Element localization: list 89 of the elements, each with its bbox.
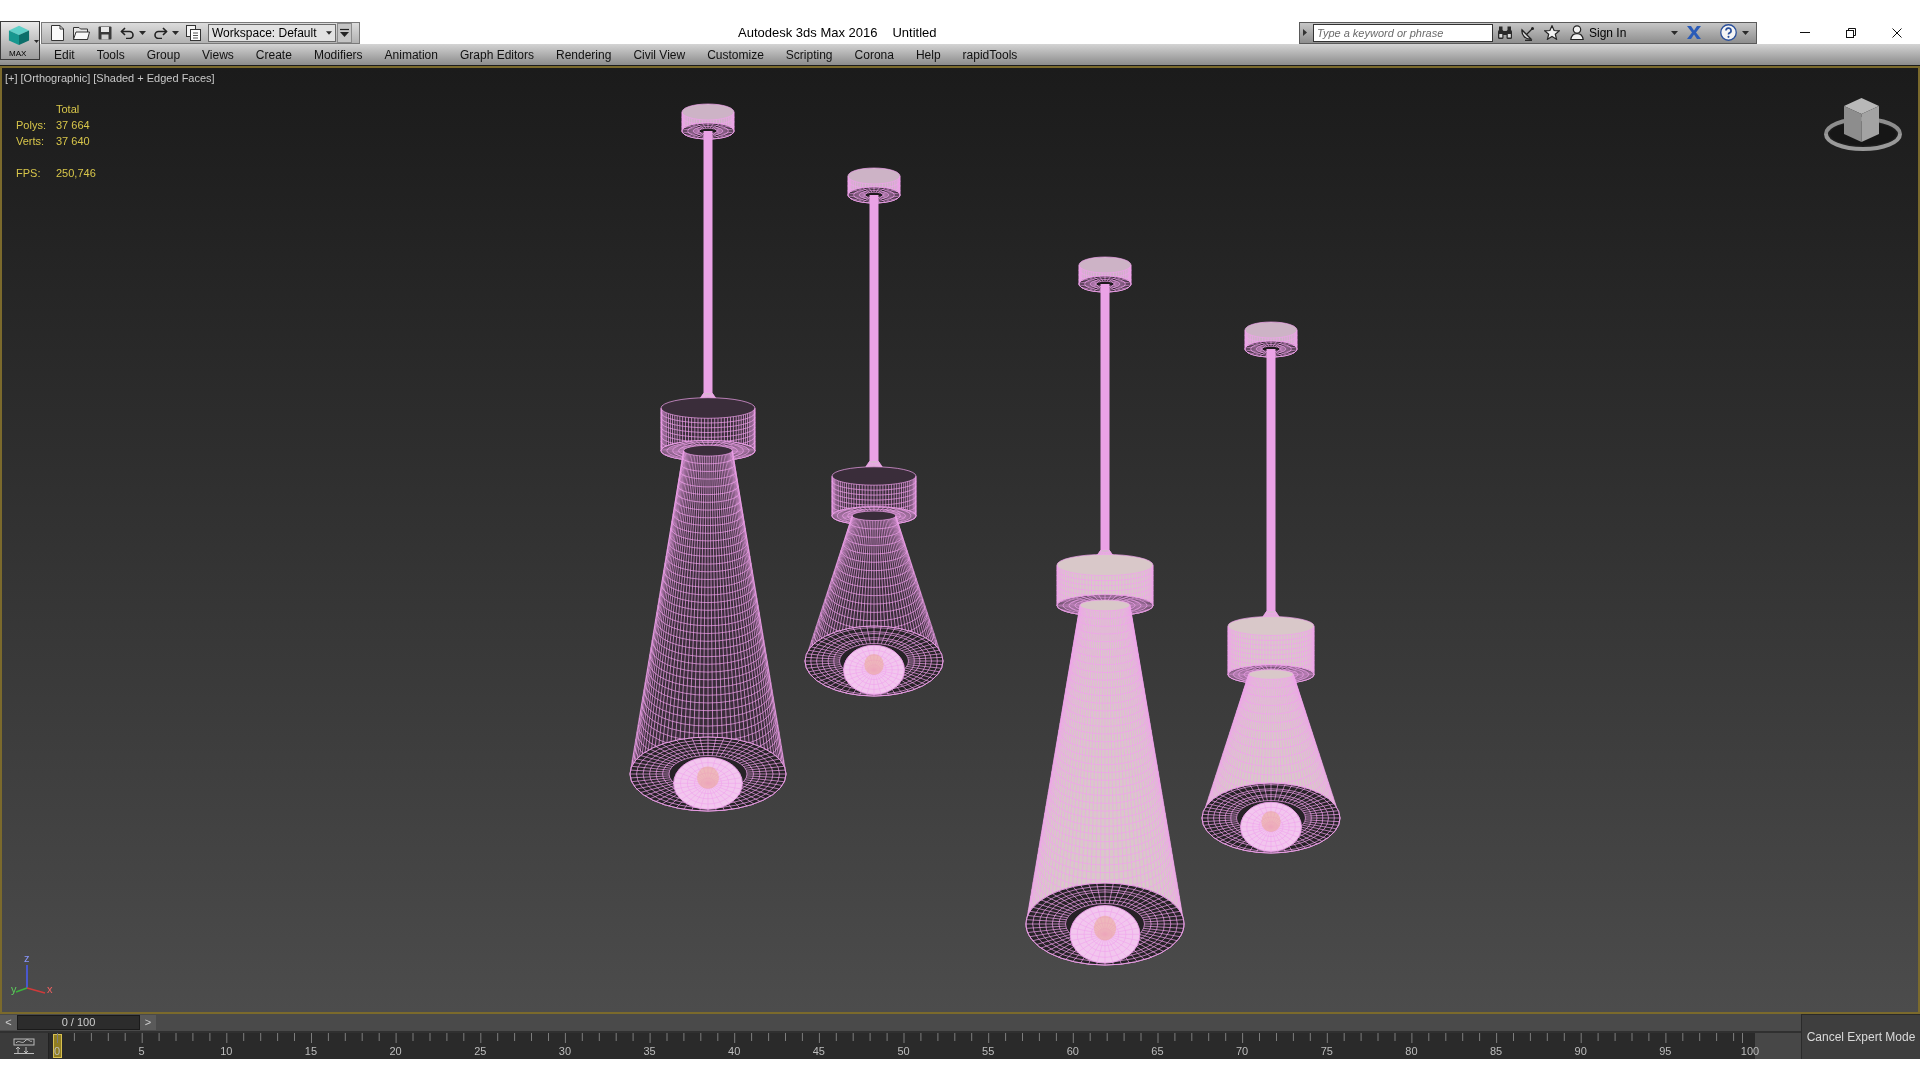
- frame-number: 95: [1659, 1045, 1672, 1057]
- caret-icon[interactable]: [172, 30, 179, 35]
- frame-number: 45: [812, 1045, 825, 1057]
- frame-number: 30: [558, 1045, 571, 1057]
- pages-icon[interactable]: [186, 24, 201, 41]
- viewport-label[interactable]: [Shaded + Edged Faces]: [93, 71, 215, 85]
- caret-icon: [326, 30, 332, 35]
- axis-label: z: [24, 953, 30, 964]
- menu-item[interactable]: Edit: [43, 44, 86, 65]
- menu-item[interactable]: rapidTools: [951, 44, 1029, 65]
- frame-number: 65: [1151, 1045, 1164, 1057]
- search-field[interactable]: Type a keyword or phrase: [1313, 23, 1493, 42]
- lines-caret-icon: [340, 28, 349, 37]
- stat-label: FPS:: [16, 166, 42, 181]
- menu-item[interactable]: Modifiers: [302, 44, 374, 65]
- stat-value: 250,746: [56, 166, 96, 181]
- menu-item[interactable]: Animation: [373, 44, 449, 65]
- stat-label: Polys:: [16, 118, 47, 133]
- logo-icon: [7, 24, 31, 46]
- frame-number: 0: [53, 1045, 61, 1057]
- current-frame-marker[interactable]: [52, 1034, 62, 1058]
- redo-icon[interactable]: [153, 26, 168, 39]
- menu-item[interactable]: Tools: [85, 44, 136, 65]
- frame-number: 80: [1405, 1045, 1418, 1057]
- viewport-label[interactable]: [+]: [5, 71, 18, 85]
- satellite-dish-icon[interactable]: [1520, 24, 1536, 41]
- frame-number: 50: [897, 1045, 910, 1057]
- close-icon: [1892, 27, 1902, 38]
- caret-icon[interactable]: [1303, 29, 1307, 36]
- stats-heading: Total: [56, 102, 81, 117]
- caret-icon[interactable]: [1742, 30, 1750, 35]
- menu-item[interactable]: Customize: [696, 44, 775, 65]
- axis-label: x: [47, 984, 53, 995]
- caret-icon[interactable]: [1671, 30, 1679, 35]
- cube-ring-icon[interactable]: [1824, 97, 1902, 151]
- stat-label: Verts:: [16, 134, 46, 149]
- workspace-dropdown[interactable]: Workspace: Default: [208, 23, 336, 42]
- axis-tripod-icon: [15, 965, 46, 994]
- help-icon[interactable]: [1720, 24, 1738, 41]
- menu-item[interactable]: Create: [244, 44, 303, 65]
- x-logo-icon[interactable]: [1686, 25, 1703, 40]
- caret-icon[interactable]: [139, 30, 146, 35]
- previous-frame-button[interactable]: <: [0, 1015, 17, 1030]
- frame-number: 60: [1066, 1045, 1079, 1057]
- next-frame-button[interactable]: >: [140, 1015, 156, 1030]
- sign-in-button[interactable]: Sign In: [1570, 23, 1627, 42]
- app-button[interactable]: MAX: [0, 21, 40, 60]
- menu-item[interactable]: Corona: [843, 44, 905, 65]
- curve-panel-icon: [13, 1038, 35, 1054]
- frame-number: 85: [1489, 1045, 1503, 1057]
- axis-label: y: [11, 984, 17, 995]
- frame-number: 55: [982, 1045, 995, 1057]
- frame-number: 35: [643, 1045, 656, 1057]
- window-title: Autodesk 3ds Max 2016: [738, 23, 878, 42]
- curve-editor-button[interactable]: [0, 1033, 49, 1059]
- star-icon[interactable]: [1544, 25, 1560, 40]
- frame-number: 40: [728, 1045, 741, 1057]
- frame-number: 5: [138, 1045, 145, 1057]
- frame-reading: 0 / 100: [17, 1015, 140, 1030]
- toolbar-options-button[interactable]: [337, 22, 352, 43]
- person-icon: [1570, 25, 1584, 40]
- frame-number: 25: [474, 1045, 487, 1057]
- frame-number: 10: [220, 1045, 233, 1057]
- stat-value: 37 640: [56, 134, 91, 149]
- frame-number: 90: [1574, 1045, 1587, 1057]
- frame-number: 15: [304, 1045, 318, 1057]
- menu-item[interactable]: Group: [135, 44, 192, 65]
- menu-item[interactable]: Scripting: [774, 44, 844, 65]
- frame-number: 75: [1320, 1045, 1333, 1057]
- menu-item[interactable]: Views: [191, 44, 245, 65]
- menu-item[interactable]: Help: [904, 44, 952, 65]
- viewport[interactable]: [+] [Orthographic] [Shaded + Edged Faces] Total Polys: 37 664 Verts: 37 640 FPS: 250,746 z y x: [0, 66, 1920, 1014]
- frame-number: 70: [1235, 1045, 1249, 1057]
- frame-number: 20: [389, 1045, 402, 1057]
- time-slider-thumb[interactable]: < 0 / 100 >: [0, 1015, 156, 1030]
- save-icon[interactable]: [98, 25, 112, 40]
- binoculars-icon[interactable]: [1497, 25, 1513, 40]
- menu-item[interactable]: Civil View: [622, 44, 697, 65]
- menu-item[interactable]: Rendering: [545, 44, 623, 65]
- document-title: Untitled: [892, 23, 937, 42]
- viewport-label[interactable]: [Orthographic]: [20, 71, 91, 85]
- stat-value: 37 664: [56, 118, 91, 133]
- minimize-icon: [1800, 32, 1810, 33]
- cancel-expert-mode-button[interactable]: Cancel Expert Mode: [1801, 1014, 1920, 1059]
- folder-icon[interactable]: [73, 25, 90, 40]
- menu-item[interactable]: Graph Editors: [448, 44, 545, 65]
- new-file-icon[interactable]: [51, 24, 64, 41]
- restore-icon: [1846, 27, 1856, 38]
- undo-icon[interactable]: [120, 26, 135, 39]
